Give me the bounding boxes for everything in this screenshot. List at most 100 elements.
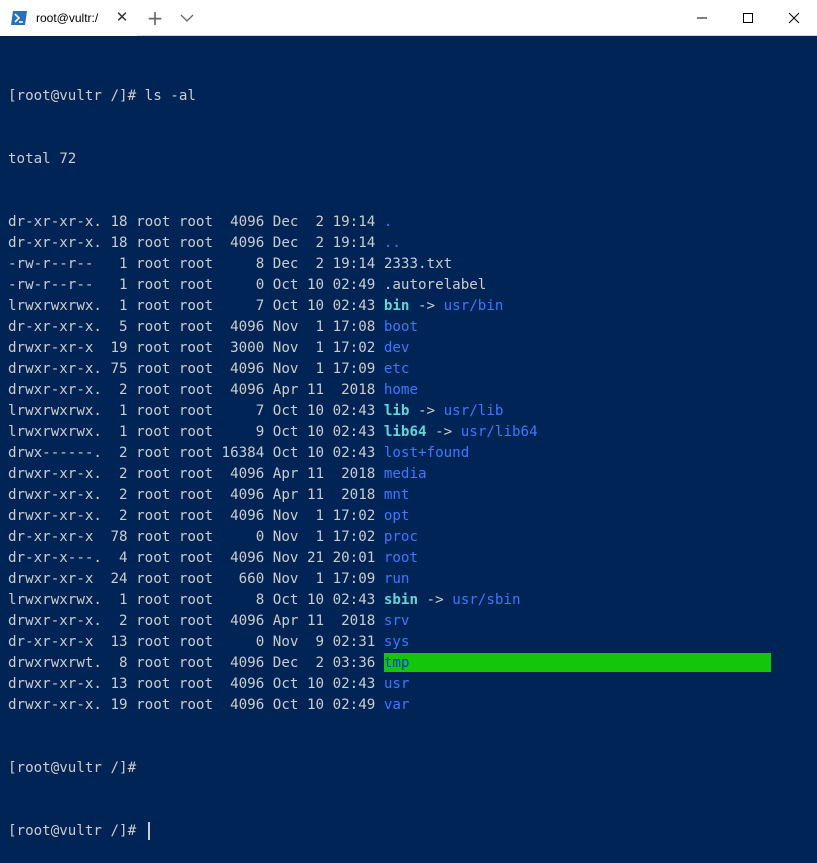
entry-name: .autorelabel <box>383 277 487 293</box>
entry-name: . <box>383 214 393 230</box>
command-line: [root@vultr /]# ls -al <box>8 88 196 104</box>
entry-name: root <box>383 550 419 566</box>
entry-meta: lrwxrwxrwx. 1 root root 7 Oct 10 02:43 <box>8 298 384 314</box>
listing-row: dr-xr-xr-x. 5 root root 4096 Nov 1 17:08… <box>8 317 808 338</box>
close-icon <box>788 12 800 24</box>
link-target: usr/bin <box>443 298 504 314</box>
entry-meta: dr-xr-xr-x. 18 root root 4096 Dec 2 19:1… <box>8 235 384 251</box>
entry-meta: drwxrwxrwt. 8 root root 4096 Dec 2 03:36 <box>8 655 384 671</box>
entry-name: tmp <box>383 653 771 672</box>
title-bar: root@vultr:/ ✕ + <box>0 0 817 36</box>
listing-row: drwxr-xr-x. 75 root root 4096 Nov 1 17:0… <box>8 359 808 380</box>
listing-row: lrwxrwxrwx. 1 root root 8 Oct 10 02:43 s… <box>8 590 808 611</box>
listing-row: drwxr-xr-x 19 root root 3000 Nov 1 17:02… <box>8 338 808 359</box>
listing-row: drwxr-xr-x. 2 root root 4096 Apr 11 2018… <box>8 464 808 485</box>
entry-meta: lrwxrwxrwx. 1 root root 9 Oct 10 02:43 <box>8 424 384 440</box>
entry-name: media <box>383 466 427 482</box>
chevron-down-icon[interactable] <box>177 8 197 28</box>
terminal-output[interactable]: [root@vultr /]# ls -al total 72 dr-xr-xr… <box>8 44 808 840</box>
listing-row: drwxr-xr-x. 2 root root 4096 Apr 11 2018… <box>8 485 808 506</box>
link-target: usr/sbin <box>452 592 521 608</box>
entry-meta: lrwxrwxrwx. 1 root root 7 Oct 10 02:43 <box>8 403 384 419</box>
entry-meta: drwxr-xr-x. 2 root root 4096 Nov 1 17:02 <box>8 508 384 524</box>
minimize-icon <box>697 17 707 19</box>
link-target: usr/lib <box>443 403 504 419</box>
link-target: usr/lib64 <box>460 424 538 440</box>
listing-row: drwx------. 2 root root 16384 Oct 10 02:… <box>8 443 808 464</box>
active-prompt-line[interactable]: [root@vultr /]# <box>8 821 808 842</box>
entry-meta: -rw-r--r-- 1 root root 8 Dec 2 19:14 <box>8 256 384 272</box>
listing-row: drwxr-xr-x. 2 root root 4096 Apr 11 2018… <box>8 611 808 632</box>
close-icon[interactable]: ✕ <box>114 10 130 26</box>
close-window-button[interactable] <box>771 0 817 36</box>
entry-meta: drwxr-xr-x 24 root root 660 Nov 1 17:09 <box>8 571 384 587</box>
entry-name: lib64 <box>383 424 427 440</box>
powershell-icon <box>11 11 27 25</box>
entry-meta: drwxr-xr-x. 75 root root 4096 Nov 1 17:0… <box>8 361 384 377</box>
entry-name: mnt <box>383 487 410 503</box>
entry-name: dev <box>383 340 410 356</box>
maximize-icon <box>743 13 753 23</box>
entry-name: boot <box>383 319 419 335</box>
entry-name: home <box>383 382 419 398</box>
entry-meta: drwxr-xr-x. 2 root root 4096 Apr 11 2018 <box>8 466 384 482</box>
entry-meta: drwxr-xr-x. 19 root root 4096 Oct 10 02:… <box>8 697 384 713</box>
entry-name: lost+found <box>383 445 470 461</box>
listing-row: dr-xr-xr-x 78 root root 0 Nov 1 17:02 pr… <box>8 527 808 548</box>
entry-meta: lrwxrwxrwx. 1 root root 8 Oct 10 02:43 <box>8 592 384 608</box>
minimize-button[interactable] <box>679 0 725 36</box>
entry-name: srv <box>383 613 410 629</box>
plus-icon[interactable]: + <box>144 6 166 30</box>
entry-meta: -rw-r--r-- 1 root root 0 Oct 10 02:49 <box>8 277 384 293</box>
entry-name: 2333.txt <box>383 256 453 272</box>
listing: dr-xr-xr-x. 18 root root 4096 Dec 2 19:1… <box>8 212 808 716</box>
listing-row: dr-xr-xr-x. 18 root root 4096 Dec 2 19:1… <box>8 233 808 254</box>
entry-meta: drwxr-xr-x 19 root root 3000 Nov 1 17:02 <box>8 340 384 356</box>
listing-row: lrwxrwxrwx. 1 root root 7 Oct 10 02:43 b… <box>8 296 808 317</box>
listing-row: dr-xr-xr-x 13 root root 0 Nov 9 02:31 sy… <box>8 632 808 653</box>
entry-name: lib <box>383 403 410 419</box>
link-arrow: -> <box>409 298 444 314</box>
entry-meta: drwxr-xr-x. 13 root root 4096 Oct 10 02:… <box>8 676 384 692</box>
listing-row: drwxr-xr-x. 2 root root 4096 Apr 11 2018… <box>8 380 808 401</box>
entry-name: var <box>383 697 410 713</box>
entry-name: usr <box>383 676 410 692</box>
entry-name: opt <box>383 508 410 524</box>
entry-meta: dr-xr-xr-x 78 root root 0 Nov 1 17:02 <box>8 529 384 545</box>
text-cursor <box>147 822 150 840</box>
entry-meta: drwx------. 2 root root 16384 Oct 10 02:… <box>8 445 384 461</box>
listing-row: dr-xr-xr-x. 18 root root 4096 Dec 2 19:1… <box>8 212 808 233</box>
listing-row: dr-xr-x---. 4 root root 4096 Nov 21 20:0… <box>8 548 808 569</box>
entry-meta: dr-xr-xr-x. 5 root root 4096 Nov 1 17:08 <box>8 319 384 335</box>
entry-name: proc <box>383 529 419 545</box>
listing-row: drwxrwxrwt. 8 root root 4096 Dec 2 03:36… <box>8 653 808 674</box>
entry-meta: drwxr-xr-x. 2 root root 4096 Apr 11 2018 <box>8 487 384 503</box>
total-line: total 72 <box>8 151 77 167</box>
terminal-tab[interactable]: root@vultr:/ ✕ <box>0 0 137 36</box>
entry-name: .. <box>383 235 401 251</box>
entry-meta: dr-xr-xr-x 13 root root 0 Nov 9 02:31 <box>8 634 384 650</box>
link-arrow: -> <box>409 403 444 419</box>
listing-row: lrwxrwxrwx. 1 root root 7 Oct 10 02:43 l… <box>8 401 808 422</box>
entry-name: bin <box>383 298 410 314</box>
entry-meta: dr-xr-x---. 4 root root 4096 Nov 21 20:0… <box>8 550 384 566</box>
entry-meta: drwxr-xr-x. 2 root root 4096 Apr 11 2018 <box>8 613 384 629</box>
entry-meta: dr-xr-xr-x. 18 root root 4096 Dec 2 19:1… <box>8 214 384 230</box>
prompt: [root@vultr /]# <box>8 823 145 839</box>
listing-row: lrwxrwxrwx. 1 root root 9 Oct 10 02:43 l… <box>8 422 808 443</box>
listing-row: drwxr-xr-x 24 root root 660 Nov 1 17:09 … <box>8 569 808 590</box>
listing-row: drwxr-xr-x. 13 root root 4096 Oct 10 02:… <box>8 674 808 695</box>
listing-row: -rw-r--r-- 1 root root 8 Dec 2 19:14 233… <box>8 254 808 275</box>
link-arrow: -> <box>418 592 453 608</box>
maximize-button[interactable] <box>725 0 771 36</box>
entry-name: etc <box>383 361 410 377</box>
entry-name: sys <box>383 634 410 650</box>
listing-row: drwxr-xr-x. 2 root root 4096 Nov 1 17:02… <box>8 506 808 527</box>
listing-row: drwxr-xr-x. 19 root root 4096 Oct 10 02:… <box>8 695 808 716</box>
entry-name: run <box>383 571 410 587</box>
prompt-line: [root@vultr /]# <box>8 760 137 776</box>
listing-row: -rw-r--r-- 1 root root 0 Oct 10 02:49 .a… <box>8 275 808 296</box>
link-arrow: -> <box>426 424 461 440</box>
entry-meta: drwxr-xr-x. 2 root root 4096 Apr 11 2018 <box>8 382 384 398</box>
entry-name: sbin <box>383 592 419 608</box>
